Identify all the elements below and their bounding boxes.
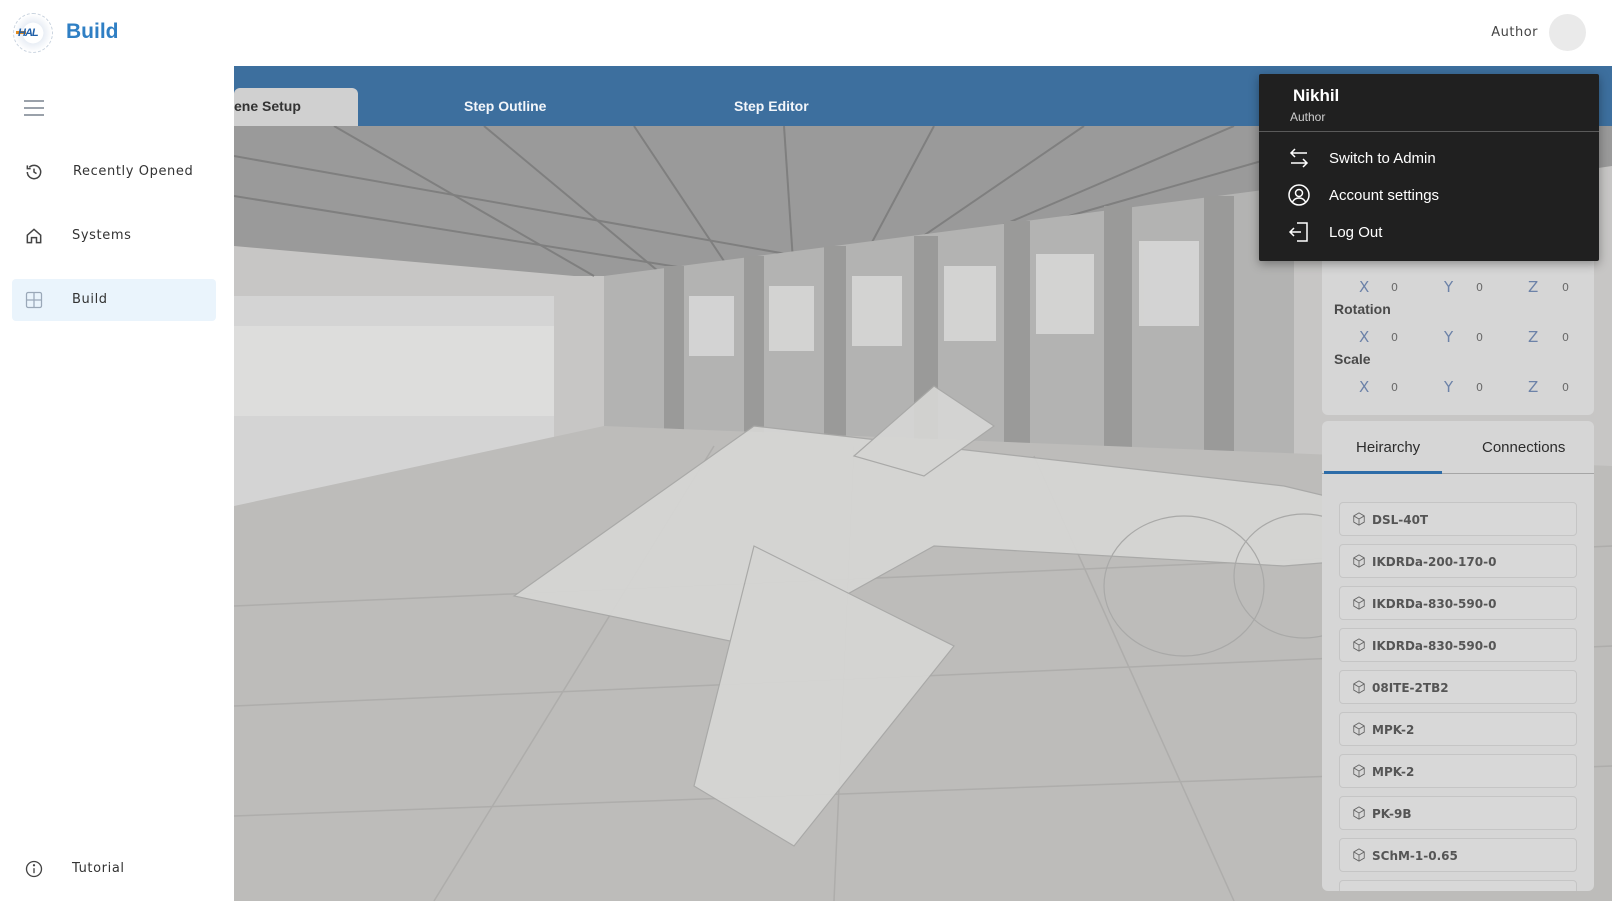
scale-section-title: Scale — [1334, 351, 1371, 367]
tab-step-editor[interactable]: Step Editor — [734, 88, 854, 126]
cube-icon — [1353, 764, 1365, 778]
cube-icon — [1353, 596, 1365, 610]
tab-heirarchy[interactable]: Heirarchy — [1356, 439, 1420, 456]
sidebar: Recently Opened Systems Build Tutorial — [0, 66, 234, 901]
tab-scene-setup[interactable]: ene Setup — [234, 88, 358, 126]
cube-icon — [1353, 806, 1365, 820]
sidebar-item-label: Recently Opened — [73, 164, 194, 179]
scale-x-label: X — [1359, 378, 1370, 396]
sidebar-item-label: Build — [72, 292, 108, 307]
user-avatar[interactable] — [1549, 14, 1586, 51]
sidebar-item-label: Tutorial — [72, 861, 125, 876]
menu-item-label: Account settings — [1329, 187, 1440, 204]
position-x-value[interactable]: 0 — [1391, 281, 1398, 294]
hierarchy-panel: Heirarchy Connections DSL-40T IKDRDa-200… — [1322, 421, 1594, 891]
app-header: HAL Build Author — [0, 0, 1612, 66]
cube-icon — [1353, 512, 1365, 526]
transform-properties-panel: X 0 Y 0 Z 0 Rotation X 0 Y 0 Z 0 Scale X… — [1322, 240, 1594, 415]
position-z-label: Z — [1528, 278, 1539, 296]
hierarchy-item[interactable]: 08ITE-2TB2 — [1339, 670, 1577, 704]
hierarchy-item[interactable]: DSL-40T — [1339, 502, 1577, 536]
tab-connections[interactable]: Connections — [1482, 439, 1565, 456]
hierarchy-item[interactable]: IKDRDa-200-170-0 — [1339, 544, 1577, 578]
rotation-x-label: X — [1359, 328, 1370, 346]
user-role: Author — [1290, 110, 1326, 124]
scale-y-label: Y — [1444, 378, 1454, 396]
logout-icon — [1288, 222, 1308, 242]
user-role-label: Author — [1491, 25, 1538, 40]
sidebar-item-systems[interactable]: Systems — [12, 215, 216, 257]
sidebar-item-recently-opened[interactable]: Recently Opened — [12, 151, 216, 193]
hierarchy-item[interactable]: IKDRDa-830-590-0 — [1339, 586, 1577, 620]
hierarchy-item[interactable]: SChM-1-0.65 — [1339, 838, 1577, 872]
hierarchy-item[interactable] — [1339, 880, 1577, 891]
tab-step-outline[interactable]: Step Outline — [464, 88, 584, 126]
position-x-label: X — [1359, 278, 1370, 296]
account-settings-menu-item[interactable]: Account settings — [1287, 181, 1587, 211]
rotation-z-value[interactable]: 0 — [1562, 331, 1569, 344]
hierarchy-item[interactable]: PK-9B — [1339, 796, 1577, 830]
hierarchy-item[interactable]: MPK-2 — [1339, 754, 1577, 788]
sidebar-item-label: Systems — [72, 228, 132, 243]
log-out-menu-item[interactable]: Log Out — [1287, 218, 1587, 248]
user-menu-dropdown: Nikhil Author Switch to Admin Account se… — [1259, 74, 1599, 261]
history-icon — [26, 164, 42, 180]
info-icon — [25, 860, 43, 878]
rotation-y-label: Y — [1444, 328, 1454, 346]
app-title: Build — [66, 20, 119, 43]
sidebar-item-tutorial[interactable]: Tutorial — [12, 848, 216, 890]
cube-icon — [1353, 848, 1365, 862]
hierarchy-item[interactable]: MPK-2 — [1339, 712, 1577, 746]
scale-x-value[interactable]: 0 — [1391, 381, 1398, 394]
cube-icon — [1353, 554, 1365, 568]
scale-z-value[interactable]: 0 — [1562, 381, 1569, 394]
menu-item-label: Log Out — [1329, 224, 1383, 241]
scale-y-value[interactable]: 0 — [1476, 381, 1483, 394]
rotation-z-label: Z — [1528, 328, 1539, 346]
cube-icon — [1353, 638, 1365, 652]
switch-to-admin-menu-item[interactable]: Switch to Admin — [1287, 144, 1587, 174]
company-logo: HAL — [13, 13, 53, 53]
sidebar-item-build[interactable]: Build — [12, 279, 216, 321]
position-z-value[interactable]: 0 — [1562, 281, 1569, 294]
switch-arrows-icon — [1289, 148, 1309, 168]
hierarchy-item[interactable]: IKDRDa-830-590-0 — [1339, 628, 1577, 662]
menu-divider — [1259, 131, 1599, 132]
rotation-section-title: Rotation — [1334, 301, 1391, 317]
position-y-label: Y — [1444, 278, 1454, 296]
user-name: Nikhil — [1293, 86, 1340, 105]
cube-icon — [1353, 722, 1365, 736]
cube-icon — [1353, 680, 1365, 694]
grid-icon — [25, 291, 43, 309]
rotation-y-value[interactable]: 0 — [1476, 331, 1483, 344]
position-y-value[interactable]: 0 — [1476, 281, 1483, 294]
menu-item-label: Switch to Admin — [1329, 150, 1436, 167]
hamburger-menu-icon[interactable] — [24, 100, 44, 116]
rotation-x-value[interactable]: 0 — [1391, 331, 1398, 344]
account-circle-icon — [1288, 184, 1310, 206]
active-tab-indicator — [1324, 471, 1442, 474]
home-icon — [26, 228, 42, 244]
scale-z-label: Z — [1528, 378, 1539, 396]
